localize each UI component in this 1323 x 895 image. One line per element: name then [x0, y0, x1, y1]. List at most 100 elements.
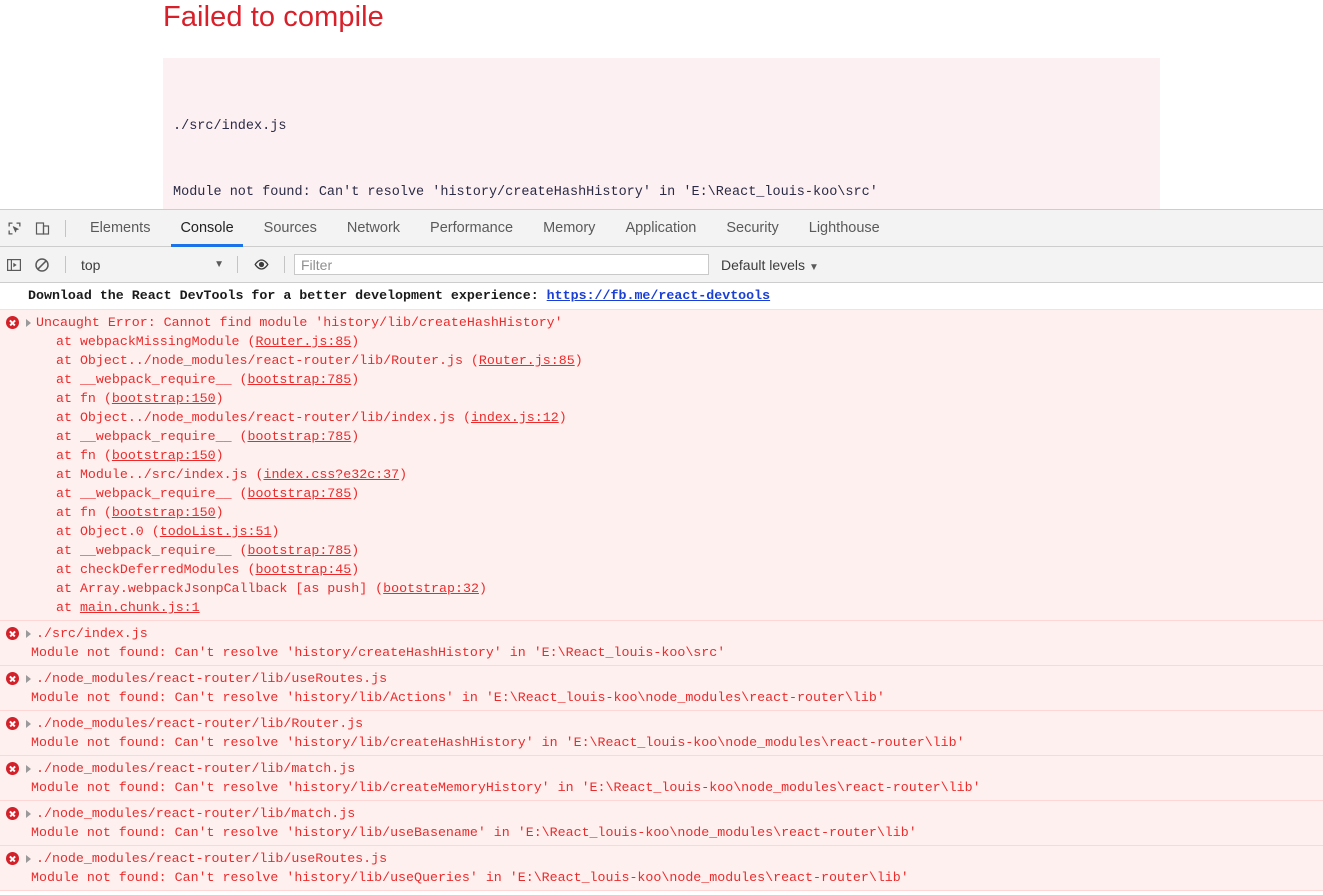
log-levels-label: Default levels — [721, 257, 805, 273]
console-sidebar-icon[interactable] — [0, 251, 28, 279]
console-messages[interactable]: Download the React DevTools for a better… — [0, 283, 1323, 895]
console-error-entry[interactable]: ./node_modules/react-router/lib/match.js… — [0, 756, 1323, 801]
error-message: ./node_modules/react-router/lib/useRoute… — [36, 669, 387, 688]
stack-frame-link[interactable]: bootstrap:785 — [248, 543, 352, 558]
filterbar-divider — [65, 256, 66, 273]
error-icon — [6, 316, 19, 329]
stack-frame: at Object../node_modules/react-router/li… — [0, 408, 1323, 427]
error-detail: Module not found: Can't resolve 'history… — [0, 778, 1323, 797]
stack-frame: at fn (bootstrap:150) — [0, 389, 1323, 408]
stack-frame-fn: at Object../node_modules/react-router/li… — [56, 410, 471, 425]
console-filterbar: top ▼ Default levels ▼ — [0, 247, 1323, 283]
expand-triangle-icon[interactable] — [26, 855, 31, 863]
stack-frame-link[interactable]: main.chunk.js:1 — [80, 600, 200, 615]
chevron-down-icon: ▼ — [214, 259, 228, 270]
stack-frame-link[interactable]: bootstrap:785 — [248, 429, 352, 444]
console-error-entry[interactable]: ./node_modules/react-router/lib/match.js… — [0, 801, 1323, 846]
stack-frame-link[interactable]: index.js:12 — [471, 410, 559, 425]
expand-triangle-icon[interactable] — [26, 675, 31, 683]
tab-memory[interactable]: Memory — [528, 210, 610, 247]
expand-triangle-icon[interactable] — [26, 319, 31, 327]
tab-application[interactable]: Application — [610, 210, 711, 247]
console-error-entry[interactable]: ./node_modules/react-router/lib/Router.j… — [0, 711, 1323, 756]
stack-frame-tail: ) — [351, 372, 359, 387]
stack-frame: at Array.webpackJsonpCallback [as push] … — [0, 579, 1323, 598]
stack-frame: at fn (bootstrap:150) — [0, 446, 1323, 465]
console-error-entry[interactable]: ./src/index.js Module not found: Can't r… — [0, 621, 1323, 666]
error-icon — [6, 627, 19, 640]
tab-elements[interactable]: Elements — [75, 210, 165, 247]
clear-console-icon[interactable] — [28, 251, 56, 279]
console-error-entry[interactable]: Uncaught Error: Cannot find module 'hist… — [0, 310, 1323, 621]
stack-frame: at checkDeferredModules (bootstrap:45) — [0, 560, 1323, 579]
error-message: Uncaught Error: Cannot find module 'hist… — [36, 313, 563, 332]
error-message: ./node_modules/react-router/lib/Router.j… — [36, 714, 363, 733]
stack-frame-tail: ) — [216, 391, 224, 406]
filterbar-divider — [237, 256, 238, 273]
expand-triangle-icon[interactable] — [26, 810, 31, 818]
filterbar-divider — [284, 256, 285, 273]
stack-frame-tail: ) — [479, 581, 487, 596]
log-levels-dropdown[interactable]: Default levels ▼ — [721, 257, 823, 273]
error-stack: at webpackMissingModule (Router.js:85) a… — [0, 332, 1323, 617]
stack-frame-fn: at fn ( — [56, 391, 112, 406]
stack-frame-tail: ) — [216, 505, 224, 520]
devtools-tabbar: Elements Console Sources Network Perform… — [0, 210, 1323, 247]
stack-frame: at __webpack_require__ (bootstrap:785) — [0, 541, 1323, 560]
stack-frame: at __webpack_require__ (bootstrap:785) — [0, 484, 1323, 503]
stack-frame-link[interactable]: bootstrap:785 — [248, 372, 352, 387]
stack-frame-link[interactable]: Router.js:85 — [479, 353, 575, 368]
error-detail: Module not found: Can't resolve 'history… — [0, 733, 1323, 752]
stack-frame-fn: at __webpack_require__ ( — [56, 543, 248, 558]
stack-frame-link[interactable]: todoList.js:51 — [160, 524, 272, 539]
stack-frame-link[interactable]: bootstrap:785 — [248, 486, 352, 501]
tab-lighthouse[interactable]: Lighthouse — [794, 210, 895, 247]
toolbar-divider — [65, 220, 66, 237]
stack-frame-link[interactable]: bootstrap:32 — [383, 581, 479, 596]
tab-sources[interactable]: Sources — [249, 210, 332, 247]
stack-frame-link[interactable]: bootstrap:45 — [256, 562, 352, 577]
stack-frame: at Module../src/index.js (index.css?e32c… — [0, 465, 1323, 484]
stack-frame-link[interactable]: bootstrap:150 — [112, 391, 216, 406]
error-icon — [6, 852, 19, 865]
react-devtools-link[interactable]: https://fb.me/react-devtools — [547, 288, 770, 303]
error-message: ./node_modules/react-router/lib/match.js — [36, 759, 355, 778]
device-toolbar-icon[interactable] — [28, 214, 56, 242]
tab-performance[interactable]: Performance — [415, 210, 528, 247]
stack-frame: at Object.0 (todoList.js:51) — [0, 522, 1323, 541]
tab-network[interactable]: Network — [332, 210, 415, 247]
stack-frame-tail: ) — [575, 353, 583, 368]
error-code-line: Module not found: Can't resolve 'history… — [173, 182, 1150, 204]
expand-triangle-icon[interactable] — [26, 630, 31, 638]
expand-triangle-icon[interactable] — [26, 720, 31, 728]
stack-frame-fn: at — [56, 600, 80, 615]
stack-frame-link[interactable]: Router.js:85 — [256, 334, 352, 349]
stack-frame-link[interactable]: bootstrap:150 — [112, 448, 216, 463]
stack-frame-tail: ) — [351, 486, 359, 501]
error-icon — [6, 717, 19, 730]
stack-frame-fn: at Module../src/index.js ( — [56, 467, 263, 482]
expand-triangle-icon[interactable] — [26, 765, 31, 773]
error-message: ./src/index.js — [36, 624, 148, 643]
stack-frame-link[interactable]: bootstrap:150 — [112, 505, 216, 520]
devtools-panel: Elements Console Sources Network Perform… — [0, 209, 1323, 894]
console-error-entry[interactable]: ./node_modules/react-router/lib/useRoute… — [0, 666, 1323, 711]
devtools-tabs: Elements Console Sources Network Perform… — [75, 210, 895, 247]
stack-frame-link[interactable]: index.css?e32c:37 — [263, 467, 399, 482]
execution-context-select[interactable]: top ▼ — [75, 254, 228, 276]
error-message: ./node_modules/react-router/lib/useRoute… — [36, 849, 387, 868]
error-code-line: ./src/index.js — [173, 116, 1150, 138]
error-icon — [6, 672, 19, 685]
tab-security[interactable]: Security — [711, 210, 793, 247]
live-expression-eye-icon[interactable] — [247, 251, 275, 279]
inspect-element-icon[interactable] — [0, 214, 28, 242]
tab-console[interactable]: Console — [165, 210, 248, 247]
stack-frame-fn: at Object../node_modules/react-router/li… — [56, 353, 479, 368]
error-detail: Module not found: Can't resolve 'history… — [0, 688, 1323, 707]
console-error-entry[interactable]: ./node_modules/react-router/lib/useRoute… — [0, 846, 1323, 891]
stack-frame-tail: ) — [271, 524, 279, 539]
filter-input[interactable] — [294, 254, 709, 275]
chevron-down-icon: ▼ — [809, 262, 823, 273]
stack-frame-fn: at __webpack_require__ ( — [56, 486, 248, 501]
stack-frame-tail: ) — [399, 467, 407, 482]
